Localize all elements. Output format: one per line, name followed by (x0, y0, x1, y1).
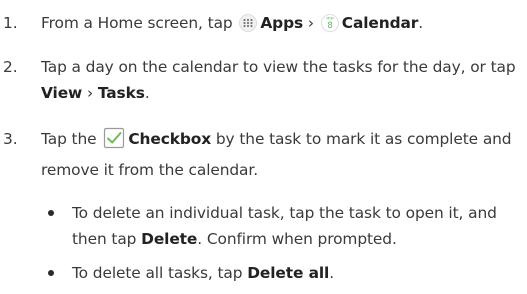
svg-text:MON: MON (326, 17, 334, 21)
step-text: From a Home screen, tap Apps › MON 8 Cal… (41, 10, 525, 40)
checkbox-label: Checkbox (128, 130, 212, 148)
bullet-dot (48, 270, 54, 276)
step-number: 1. (3, 14, 18, 32)
apps-grid-icon (239, 14, 258, 40)
delete-label: Delete (141, 230, 198, 248)
bullet-text: To delete all tasks, tap Delete all. (72, 264, 335, 282)
delete-all-label: Delete all (247, 264, 330, 282)
step-number: 3. (3, 130, 18, 148)
tasks-label: Tasks (97, 84, 145, 102)
step-number: 2. (3, 58, 18, 76)
step-text: Tap a day on the calendar to view the ta… (41, 58, 516, 102)
checkbox-icon (103, 127, 125, 157)
bullet-text: To delete an individual task, tap the ta… (72, 204, 497, 248)
calendar-app-icon: MON 8 (320, 14, 339, 40)
bullet-dot (48, 210, 54, 216)
calendar-label: Calendar (341, 14, 419, 32)
apps-label: Apps (260, 14, 304, 32)
view-label: View (41, 84, 83, 102)
svg-text:8: 8 (327, 21, 332, 31)
step-text: Tap the Checkbox by the task to mark it … (41, 126, 525, 183)
